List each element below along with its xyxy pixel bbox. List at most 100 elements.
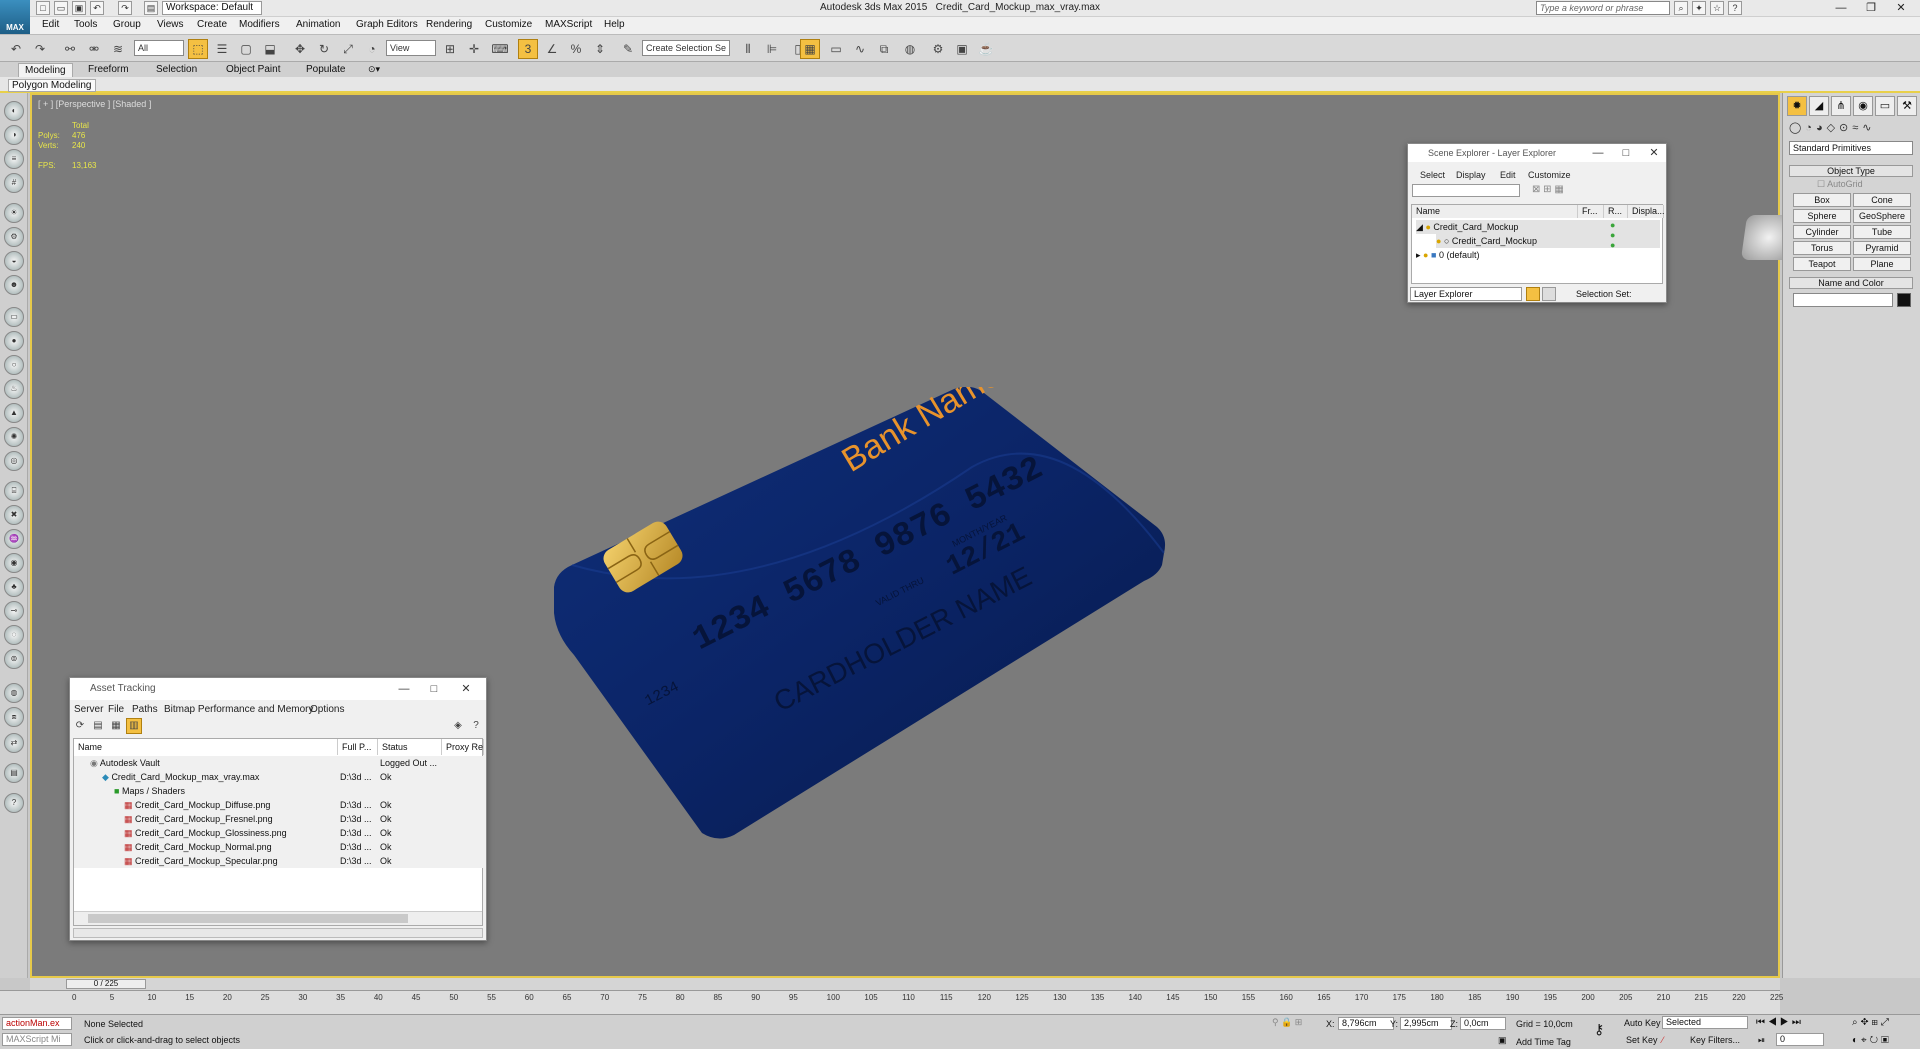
maximize-button[interactable]: □: [1612, 144, 1640, 162]
display-tab-icon[interactable]: ▭: [1875, 96, 1895, 116]
table-icon[interactable]: ▦: [108, 718, 124, 734]
plane-button[interactable]: Plane: [1853, 257, 1911, 271]
swap-icon[interactable]: ⇄: [4, 733, 24, 753]
key-filters-button[interactable]: Key Filters...: [1690, 1035, 1740, 1045]
render-icon[interactable]: ◍: [4, 683, 24, 703]
document-icon[interactable]: ▤: [4, 763, 24, 783]
filter-icons[interactable]: ⊠ ⊞ ▦: [1532, 184, 1564, 195]
hierarchy-tab-icon[interactable]: ⋔: [1831, 96, 1851, 116]
help-icon[interactable]: ?: [468, 718, 484, 734]
menu-animation[interactable]: Animation: [296, 19, 340, 30]
current-frame-field[interactable]: 0: [1776, 1033, 1824, 1046]
menu-customize[interactable]: Customize: [485, 19, 532, 30]
box-button[interactable]: Box: [1793, 193, 1851, 207]
menu-tools[interactable]: Tools: [74, 19, 97, 30]
ribbon-options-icon[interactable]: ⊙▾: [362, 63, 386, 77]
torus-button[interactable]: Torus: [1793, 241, 1851, 255]
maximize-button[interactable]: □: [420, 678, 448, 700]
asset-menu-file[interactable]: File: [108, 704, 124, 715]
time-slider[interactable]: 0 / 225: [66, 979, 146, 989]
circle-icon[interactable]: ○: [4, 355, 24, 375]
subscription-icon[interactable]: ✦: [1692, 1, 1706, 15]
tree-row[interactable]: ● ○ Credit_Card_Mockup: [1436, 234, 1660, 248]
project-folder-icon[interactable]: ▤: [144, 1, 158, 15]
help-icon[interactable]: ?: [1728, 1, 1742, 15]
y-coordinate-field[interactable]: 2,995cm: [1400, 1017, 1452, 1030]
reference-coordinate-dropdown[interactable]: View: [386, 40, 436, 56]
place-icon[interactable]: ◔: [362, 39, 382, 59]
menu-help[interactable]: Help: [604, 19, 625, 30]
refresh-icon[interactable]: ⟳: [72, 718, 88, 734]
redo-icon[interactable]: ↷: [118, 1, 132, 15]
create-category-icons[interactable]: ◯◔◕◇⊙≈∿: [1789, 121, 1876, 134]
redo-icon[interactable]: ↷: [30, 39, 50, 59]
table-row[interactable]: ▦ Credit_Card_Mockup_Glossiness.png D:\3…: [74, 826, 484, 840]
scale-icon[interactable]: ⤢: [338, 39, 358, 59]
table-row[interactable]: ▦ Credit_Card_Mockup_Fresnel.png D:\3d .…: [74, 812, 484, 826]
help-icon[interactable]: ?: [4, 793, 24, 813]
edit-named-selection-icon[interactable]: ✎: [618, 39, 638, 59]
credit-card-model[interactable]: Bank Name 1234 5678 9876 5432 1234 VALID…: [552, 387, 1302, 867]
table-row[interactable]: ▦ Credit_Card_Mockup_Diffuse.png D:\3d .…: [74, 798, 484, 812]
rotate-icon[interactable]: ↻: [314, 39, 334, 59]
utilities-tab-icon[interactable]: ⚒: [1897, 96, 1917, 116]
view-icon[interactable]: ◑: [4, 125, 24, 145]
restore-button[interactable]: ❐: [1856, 0, 1886, 16]
render-production-icon[interactable]: ☕: [976, 39, 996, 59]
asset-menu-options[interactable]: Options: [310, 704, 344, 715]
key-mode-toggle-icon[interactable]: ⏯: [1758, 1035, 1765, 1046]
autogrid-checkbox[interactable]: ☐ AutoGrid: [1817, 179, 1863, 190]
cylinder-button[interactable]: Cylinder: [1793, 225, 1851, 239]
asset-menu-server[interactable]: Server: [74, 704, 103, 715]
object-type-rollout[interactable]: Object Type: [1789, 165, 1913, 177]
tree-row[interactable]: ▸ ● ■ 0 (default): [1416, 248, 1660, 262]
asset-table[interactable]: Name Full P... Status Proxy Re ◉ Autodes…: [73, 738, 484, 926]
name-and-color-rollout[interactable]: Name and Color: [1789, 277, 1913, 289]
binoculars-icon[interactable]: ⌕: [1674, 1, 1688, 15]
col-render[interactable]: R...: [1604, 205, 1628, 218]
maxscript-mini-listener[interactable]: MAXScript Mi: [2, 1033, 72, 1046]
ribbon-toggle-icon[interactable]: ▭: [826, 39, 846, 59]
curve-editor-icon[interactable]: ∿: [850, 39, 870, 59]
close-button[interactable]: ✕: [452, 678, 480, 700]
cone-icon[interactable]: ▲: [4, 403, 24, 423]
scene-search-input[interactable]: [1412, 184, 1520, 197]
key-icon[interactable]: ⚷: [1594, 1021, 1604, 1038]
menu-views[interactable]: Views: [157, 19, 184, 30]
menu-graph-editors[interactable]: Graph Editors: [356, 19, 418, 30]
modify-tab-icon[interactable]: ◢: [1809, 96, 1829, 116]
menu-rendering[interactable]: Rendering: [426, 19, 472, 30]
pyramid-button[interactable]: Pyramid: [1853, 241, 1911, 255]
list-icon[interactable]: ▤: [90, 718, 106, 734]
layers-toggle-icon[interactable]: [1526, 287, 1540, 301]
render-toggle-icon[interactable]: ● ● ●: [1610, 220, 1615, 250]
rendered-frame-window-icon[interactable]: ▣: [952, 39, 972, 59]
light-icon[interactable]: ✺: [4, 427, 24, 447]
layers-icon[interactable]: ≡: [4, 149, 24, 169]
scene-menu-display[interactable]: Display: [1456, 170, 1486, 180]
menu-modifiers[interactable]: Modifiers: [239, 19, 280, 30]
add-time-tag[interactable]: Add Time Tag: [1516, 1037, 1571, 1047]
close-button[interactable]: ✕: [1886, 0, 1916, 16]
navigation-controls[interactable]: ⌕✥⊞⤢: [1852, 1017, 1892, 1028]
move-icon[interactable]: ✥: [290, 39, 310, 59]
col-name[interactable]: Name: [74, 739, 338, 755]
sphere-button[interactable]: Sphere: [1793, 209, 1851, 223]
horizontal-scrollbar[interactable]: [74, 911, 482, 925]
target-icon[interactable]: ⊚: [4, 649, 24, 669]
sphere-icon[interactable]: ●: [4, 331, 24, 351]
asset-menu-paths[interactable]: Paths: [132, 704, 158, 715]
window-crossing-icon[interactable]: ⬓: [260, 39, 280, 59]
orbit-icon[interactable]: ◐: [4, 101, 24, 121]
mirror-icon[interactable]: ⫴: [738, 39, 758, 59]
tab-populate[interactable]: Populate: [300, 63, 351, 77]
teapot-icon[interactable]: ♨: [4, 379, 24, 399]
minimize-button[interactable]: —: [390, 678, 418, 700]
tab-freeform[interactable]: Freeform: [82, 63, 135, 77]
polygon-modeling-button[interactable]: Polygon Modeling: [8, 79, 96, 92]
lock-icon[interactable]: [1542, 287, 1556, 301]
search-input[interactable]: Type a keyword or phrase: [1536, 1, 1670, 15]
selection-filter-dropdown[interactable]: All: [134, 40, 184, 56]
pivot-center-icon[interactable]: ⊞: [440, 39, 460, 59]
col-status[interactable]: Status: [378, 739, 442, 755]
